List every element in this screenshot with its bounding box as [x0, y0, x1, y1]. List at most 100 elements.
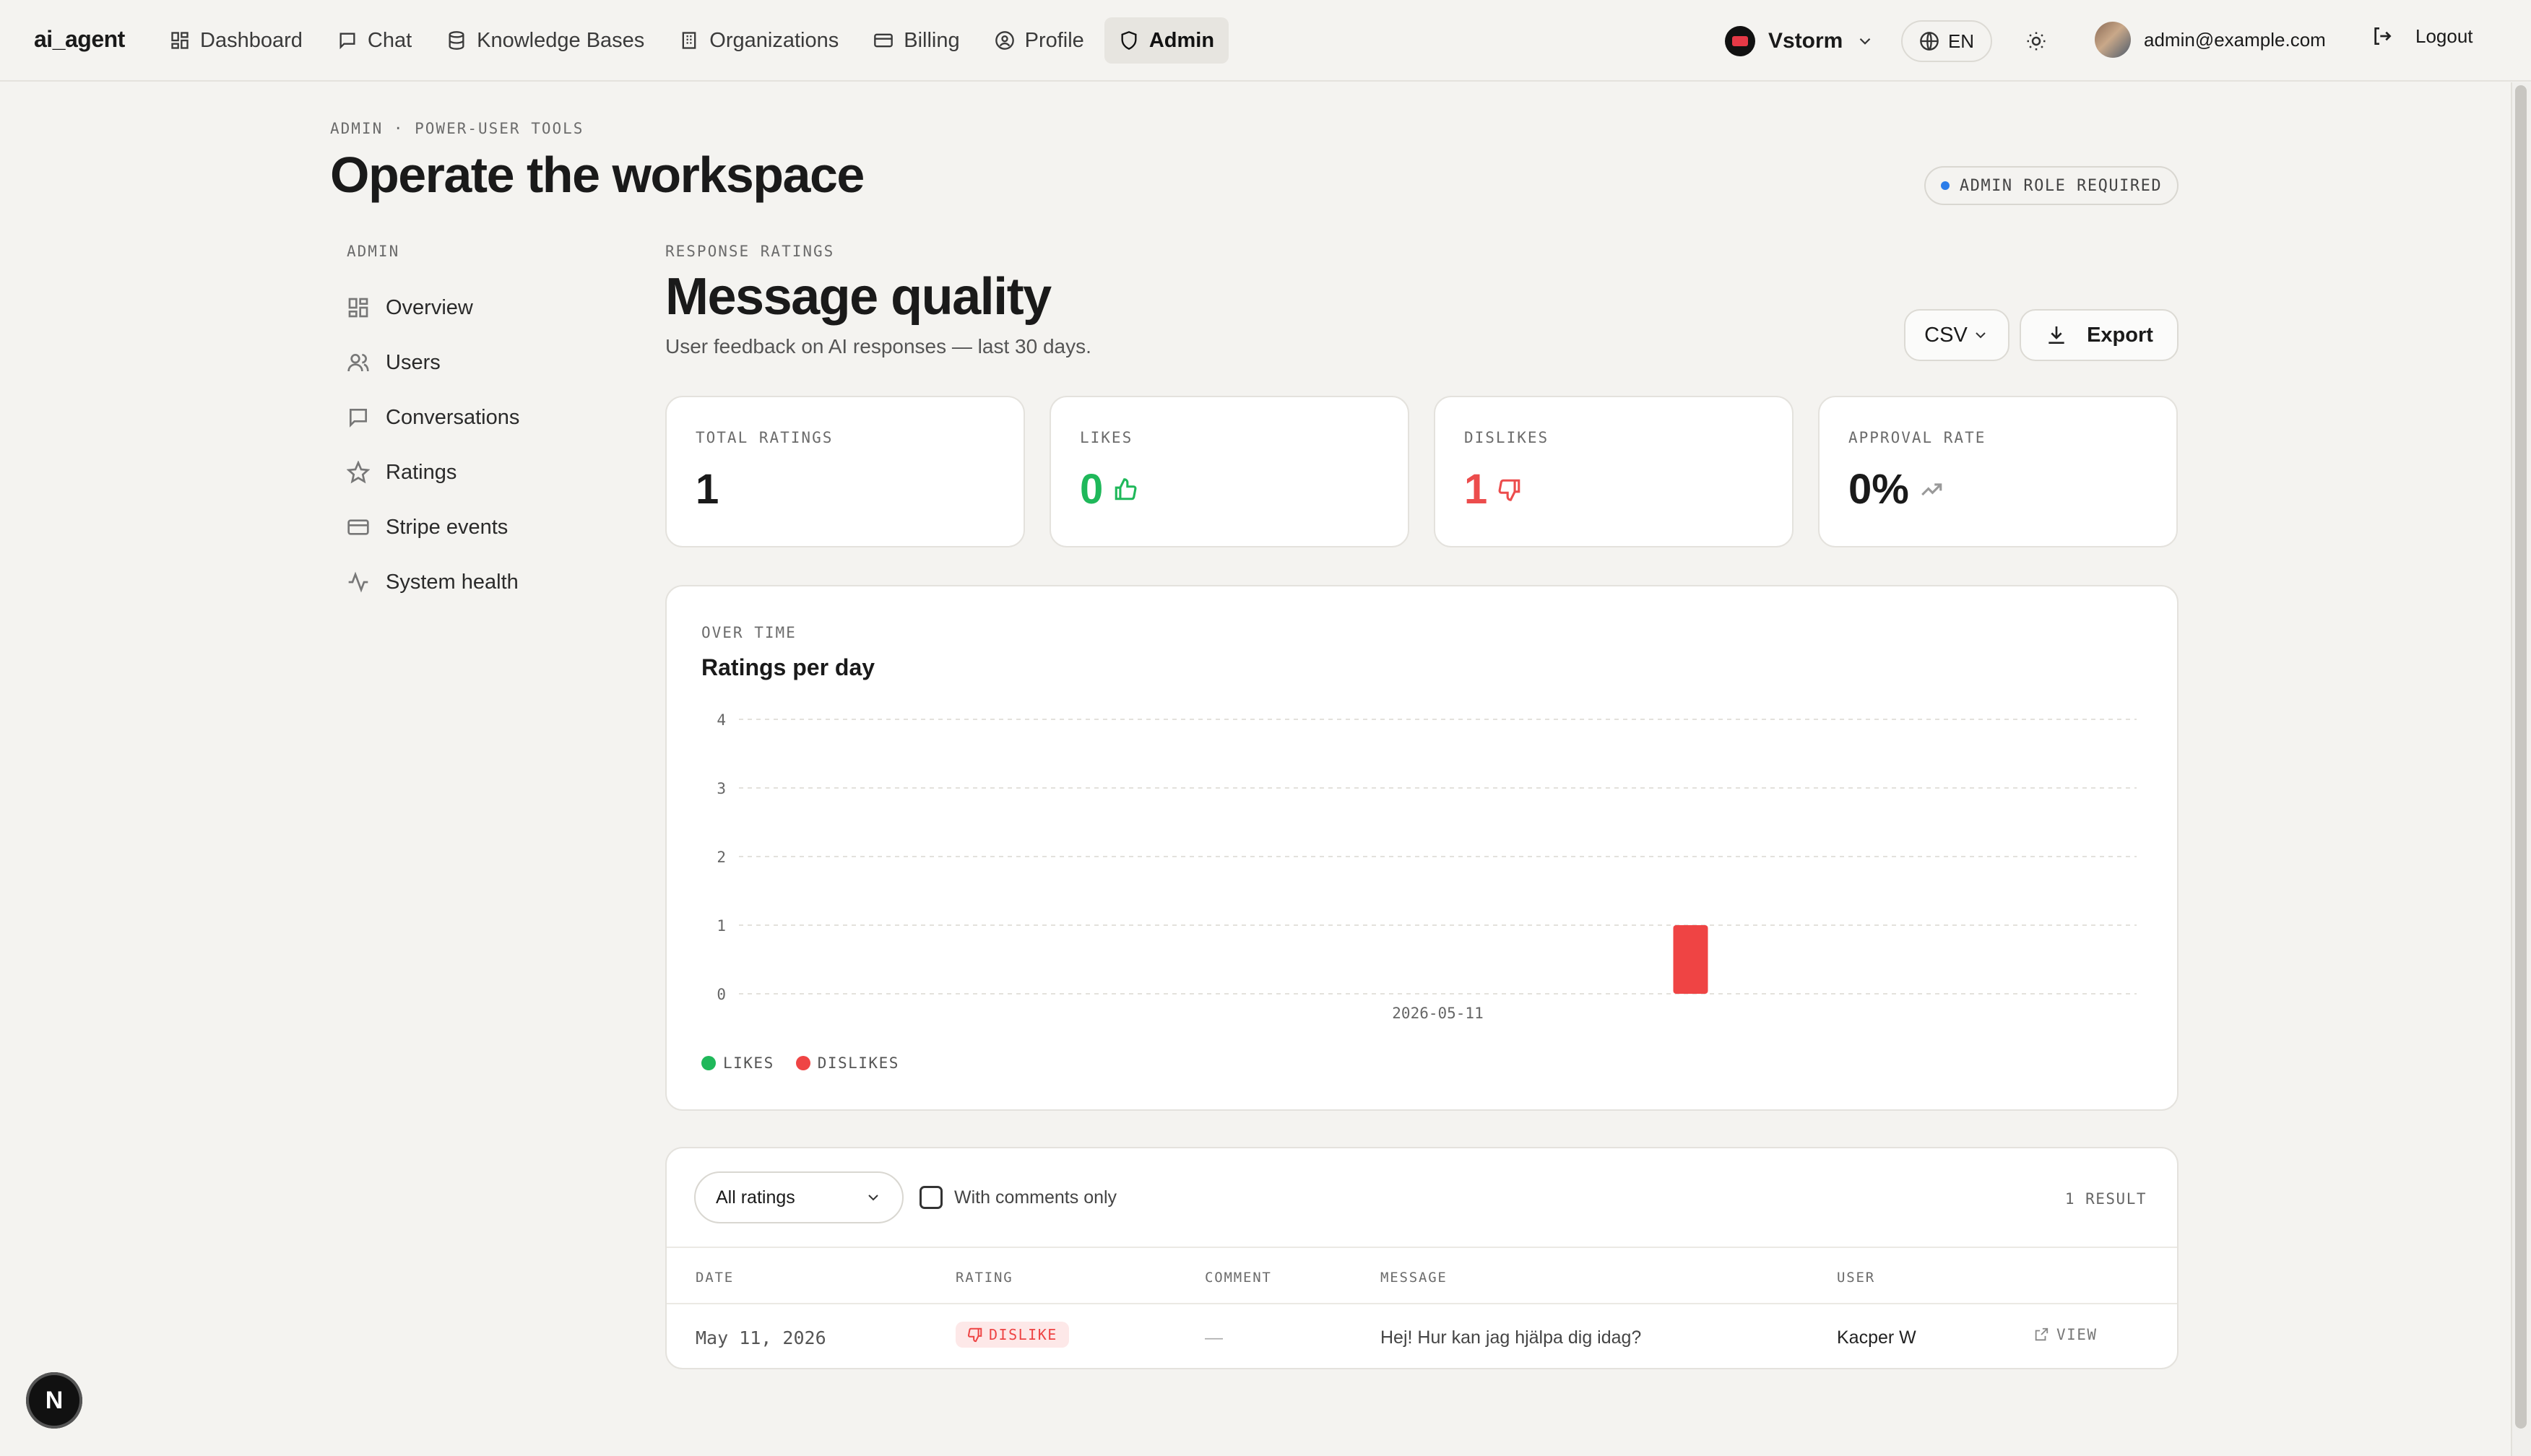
- org-switcher[interactable]: Vstorm: [1725, 22, 1874, 61]
- nav-admin[interactable]: Admin: [1104, 17, 1229, 64]
- grid-icon: [348, 298, 368, 318]
- nav-profile[interactable]: Profile: [980, 17, 1099, 64]
- row-message: Hej! Hur kan jag hjälpa dig idag?: [1380, 1327, 1642, 1348]
- comments-only-checkbox[interactable]: With comments only: [920, 1186, 1117, 1209]
- table-row[interactable]: May 11, 2026 DISLIKE — Hej! Hur kan jag …: [667, 1304, 2177, 1368]
- brand-logo[interactable]: ai_agent: [34, 26, 125, 53]
- sidebar-item-label: Ratings: [386, 460, 457, 484]
- logout-icon: [2374, 27, 2392, 45]
- admin-role-badge: ADMIN ROLE REQUIRED: [1924, 166, 2179, 205]
- ratings-table-card: All ratings With comments only 1 RESULT …: [665, 1147, 2179, 1369]
- legend-item: DISLIKES: [795, 1054, 899, 1072]
- sidebar-item-label: System health: [386, 570, 519, 594]
- dev-tools-badge[interactable]: N: [26, 1372, 82, 1429]
- bar-dislikes[interactable]: [1673, 925, 1708, 994]
- y-tick-label: 1: [717, 917, 726, 935]
- sidebar-item-ratings[interactable]: Ratings: [347, 445, 519, 500]
- card-icon: [347, 519, 369, 535]
- column-header-comment: COMMENT: [1205, 1270, 1272, 1286]
- column-header-rating: RATING: [956, 1270, 1013, 1286]
- section-subtitle: User feedback on AI responses — last 30 …: [665, 335, 1091, 358]
- nav-label: Chat: [367, 28, 412, 52]
- y-tick-label: 2: [717, 849, 726, 866]
- user-menu[interactable]: admin@example.com: [2095, 22, 2326, 58]
- y-tick-label: 4: [717, 711, 726, 729]
- building-icon: [682, 32, 696, 49]
- chat-icon: [350, 409, 367, 428]
- sidebar-item-system-health[interactable]: System health: [347, 555, 519, 610]
- stat-card-dislikes: DISLIKES 1: [1434, 396, 1794, 547]
- sidebar-item-label: Overview: [386, 295, 473, 319]
- page-title: Operate the workspace: [330, 147, 865, 203]
- stat-value: 0: [1080, 465, 1379, 514]
- nav-label: Knowledge Bases: [477, 28, 645, 52]
- logout-label: Logout: [2415, 25, 2473, 47]
- legend-item: LIKES: [701, 1054, 774, 1072]
- database-icon: [449, 31, 464, 50]
- scrollbar-thumb[interactable]: [2515, 85, 2527, 1429]
- globe-icon: [1920, 32, 1939, 51]
- ratings-chart-card: OVER TIME Ratings per day 0 1 2 3 4 2026-05-1…: [665, 585, 2179, 1111]
- shield-icon: [1121, 31, 1137, 50]
- checkbox[interactable]: [920, 1186, 943, 1209]
- activity-icon: [348, 571, 368, 593]
- sidebar-item-users[interactable]: Users: [347, 335, 519, 390]
- rating-label: DISLIKE: [989, 1326, 1057, 1343]
- view-link[interactable]: VIEW: [2033, 1326, 2098, 1343]
- theme-toggle[interactable]: [2020, 25, 2053, 58]
- star-icon: [347, 461, 370, 484]
- chart-legend: LIKES DISLIKES: [701, 1054, 899, 1072]
- rating-filter-value: All ratings: [716, 1187, 795, 1208]
- sidebar-item-label: Stripe events: [386, 515, 509, 539]
- legend-swatch: [701, 1056, 716, 1070]
- sidebar-item-conversations[interactable]: Conversations: [347, 390, 519, 445]
- thumbs-down-icon: [967, 1327, 982, 1343]
- sidebar-item-overview[interactable]: Overview: [347, 280, 519, 335]
- sidebar-item-stripe-events[interactable]: Stripe events: [347, 500, 519, 555]
- rating-badge: DISLIKE: [956, 1322, 1069, 1348]
- chevron-down-icon: [1860, 38, 1871, 45]
- thumbs-down-icon: [1498, 479, 1520, 501]
- sidebar-item-label: Conversations: [386, 405, 520, 429]
- section-eyebrow: RESPONSE RATINGS: [665, 243, 835, 260]
- rating-filter-select[interactable]: All ratings: [694, 1171, 904, 1223]
- grid-icon: [171, 32, 189, 49]
- stat-value: 0%: [1848, 465, 2147, 514]
- legend-label: LIKES: [723, 1054, 774, 1072]
- language-switcher[interactable]: EN: [1901, 20, 1992, 62]
- nav-knowledge-bases[interactable]: Knowledge Bases: [432, 17, 659, 64]
- download-icon: [2048, 326, 2064, 344]
- stat-label: DISLIKES: [1464, 429, 1549, 446]
- org-name: Vstorm: [1768, 29, 1843, 53]
- nav-billing[interactable]: Billing: [859, 17, 974, 64]
- comments-only-label: With comments only: [954, 1187, 1117, 1208]
- nav-chat[interactable]: Chat: [323, 17, 426, 64]
- view-label: VIEW: [2056, 1326, 2098, 1343]
- stat-label: LIKES: [1080, 429, 1133, 446]
- export-button[interactable]: Export: [2020, 309, 2179, 361]
- admin-sidebar: Overview Users Conversations Ratings Str…: [347, 280, 519, 610]
- stat-value: 1: [1464, 465, 1763, 514]
- export-label: Export: [2087, 323, 2153, 347]
- column-header-user: USER: [1837, 1270, 1875, 1286]
- stat-number: 1: [696, 466, 719, 513]
- user-email: admin@example.com: [2144, 28, 2326, 51]
- admin-role-label: ADMIN ROLE REQUIRED: [1959, 176, 2163, 195]
- users-icon: [347, 354, 369, 372]
- format-select[interactable]: CSV: [1904, 309, 2009, 361]
- page-eyebrow: ADMIN · POWER-USER TOOLS: [330, 120, 584, 137]
- stat-value: 1: [696, 465, 995, 514]
- row-date: May 11, 2026: [696, 1327, 826, 1348]
- stat-label: TOTAL RATINGS: [696, 429, 834, 446]
- stat-label: APPROVAL RATE: [1848, 429, 1986, 446]
- nav-dashboard[interactable]: Dashboard: [155, 17, 317, 64]
- logout-button[interactable]: Logout: [2371, 25, 2473, 48]
- thumbs-up-icon: [1115, 477, 1137, 500]
- stat-card-approval: APPROVAL RATE 0%: [1818, 396, 2178, 547]
- nav-organizations[interactable]: Organizations: [665, 17, 853, 64]
- stat-number: 0%: [1848, 466, 1909, 513]
- row-user: Kacper W: [1837, 1327, 1916, 1348]
- stat-number: 0: [1080, 466, 1104, 513]
- row-comment: —: [1205, 1327, 1223, 1348]
- chevron-down-icon: [1976, 332, 1986, 339]
